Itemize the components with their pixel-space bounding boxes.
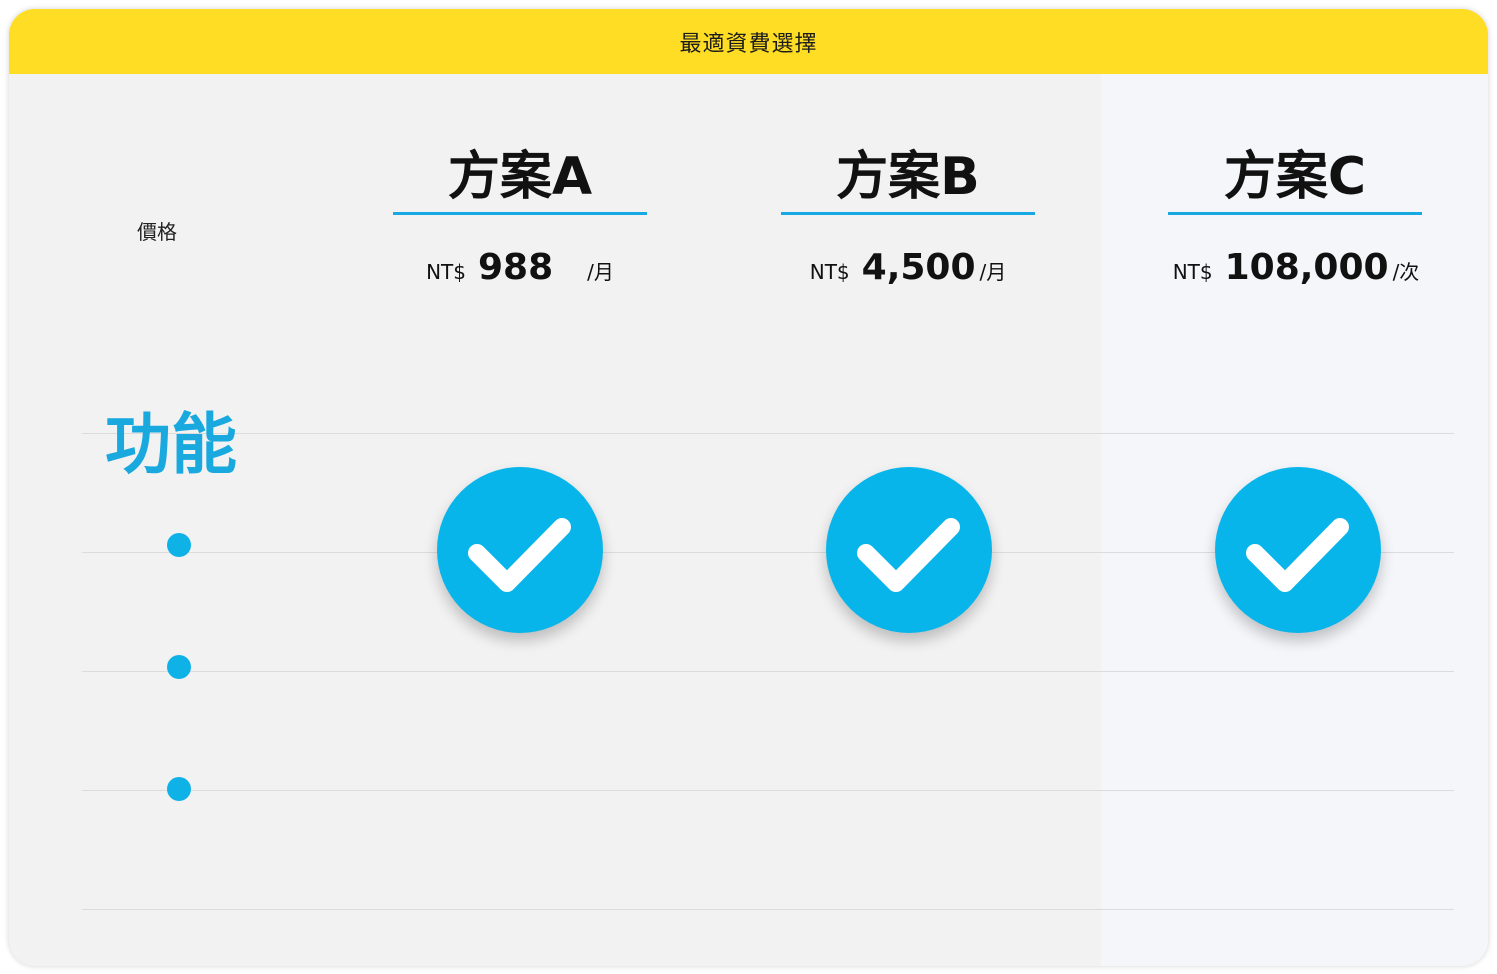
- price-unit: /月: [979, 260, 1007, 284]
- bullet-dot-icon: [167, 533, 191, 557]
- price-unit: /次: [1392, 260, 1420, 284]
- bullet-dot-icon: [167, 777, 191, 801]
- price-unit: /月: [587, 260, 614, 284]
- plan-c-underline: [1168, 212, 1422, 215]
- currency-label: NT$: [426, 260, 466, 284]
- price-amount: 4,500: [861, 247, 976, 288]
- price-row-label: 價格: [137, 220, 177, 244]
- price-amount: 108,000: [1224, 247, 1389, 288]
- price-amount: 988: [478, 247, 554, 288]
- plan-c-name: 方案C: [1223, 147, 1367, 207]
- feature-section-title: 功能: [105, 406, 237, 483]
- plan-b-underline: [781, 212, 1035, 215]
- plan-a-name: 方案A: [447, 147, 593, 207]
- bullet-dot-icon: [167, 655, 191, 679]
- plan-b-price: NT$ 4,500/月: [758, 247, 1058, 288]
- plan-a-underline: [393, 212, 647, 215]
- header-bar: 最適資費選擇: [9, 9, 1488, 74]
- pricing-card: 最適資費選擇 價格 方案A NT$ 988/月 方案B NT$ 4,500/月 方案…: [9, 9, 1488, 966]
- plan-a-check-icon: [437, 467, 603, 633]
- row-divider: [82, 671, 1454, 672]
- row-divider: [82, 433, 1454, 434]
- plan-a-price: NT$ 988/月: [370, 247, 670, 288]
- header-title: 最適資費選擇: [679, 31, 818, 57]
- currency-label: NT$: [1172, 260, 1213, 284]
- currency-label: NT$: [809, 260, 850, 284]
- plan-b-name: 方案B: [836, 147, 980, 207]
- row-divider: [82, 790, 1454, 791]
- plan-c-check-icon: [1215, 467, 1381, 633]
- row-divider: [82, 909, 1454, 910]
- plan-c-price: NT$ 108,000/次: [1146, 247, 1446, 288]
- plan-b-check-icon: [826, 467, 992, 633]
